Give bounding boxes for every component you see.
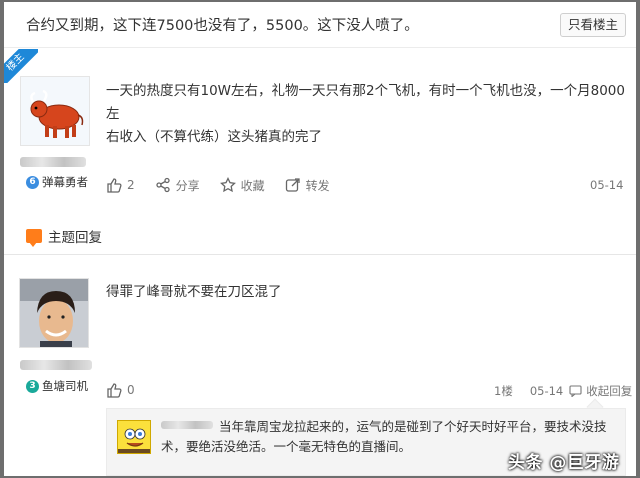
post-date: 05-14 [529, 384, 564, 398]
only-host-button[interactable]: 只看楼主 [559, 13, 626, 37]
replies-section-header: 主题回复 [4, 209, 636, 255]
host-post: 楼主 6 弹幕勇者 一天的热度只有10W左右，礼物一天只有那2个飞机，有时一个飞… [4, 49, 636, 209]
like-count: 2 [127, 178, 135, 192]
post-content: 得罪了峰哥就不要在刀区混了 [106, 284, 282, 300]
bull-icon [21, 77, 89, 145]
username-redacted [20, 360, 92, 370]
watermark: 头条 @巨牙游戏 [508, 453, 620, 473]
user-badge: 3 鱼塘司机 [26, 378, 88, 394]
thread-page: 合约又到期，这下连7500也没有了，5500。这下没人喷了。 只看楼主 楼主 6… [4, 2, 636, 476]
post-actions: 2 分享 收藏 转发 [106, 175, 350, 195]
sponge-character-icon [118, 421, 150, 453]
topic-header: 合约又到期，这下连7500也没有了，5500。这下没人喷了。 只看楼主 [4, 2, 636, 48]
avatar[interactable] [20, 76, 90, 146]
like-button[interactable]: 2 [106, 177, 135, 193]
like-button[interactable]: 0 [106, 382, 135, 398]
avatar[interactable] [19, 278, 89, 348]
section-title: 主题回复 [26, 226, 102, 247]
post-date: 05-14 [590, 178, 624, 192]
avatar[interactable] [117, 420, 151, 454]
share-icon [155, 177, 170, 193]
username-redacted [20, 157, 86, 167]
user-badge: 6 弹幕勇者 [26, 174, 88, 190]
floor-number: 1楼 [494, 384, 513, 398]
topic-title: 合约又到期，这下连7500也没有了，5500。这下没人喷了。 [26, 18, 419, 34]
thumb-up-icon [107, 178, 122, 193]
post-content: 一天的热度只有10W左右，礼物一天只有那2个飞机，有时一个飞机也没，一个月800… [106, 80, 626, 149]
share-label: 分享 [175, 178, 200, 193]
collapse-replies-label: 收起回复 [586, 384, 633, 398]
post-text-line: 右收入（不算代练）这头猪真的完了 [106, 129, 322, 145]
badge-label: 弹幕勇者 [42, 175, 88, 189]
favorite-button[interactable]: 收藏 [219, 177, 265, 194]
forward-button[interactable]: 转发 [285, 177, 330, 194]
forward-label: 转发 [305, 178, 330, 193]
comment-icon [26, 229, 42, 247]
reply-post: 3 鱼塘司机 得罪了峰哥就不要在刀区混了 0 1楼 05-14 收起回复 当年靠… [4, 256, 636, 476]
post-actions: 0 [106, 380, 155, 400]
person-photo-icon [20, 279, 88, 347]
favorite-label: 收藏 [240, 178, 265, 193]
level-icon: 6 [26, 175, 39, 189]
like-count: 0 [127, 383, 135, 397]
thumb-up-icon [107, 383, 122, 398]
sub-reply-text-line: 当年靠周宝龙拉起来的，运气的是碰到了个好天时好平台，要技术没技 [219, 419, 607, 434]
reply-meta: 1楼 05-14 收起回复 [494, 383, 632, 399]
forward-icon [285, 178, 300, 192]
section-title-label: 主题回复 [48, 230, 102, 246]
collapse-replies-button[interactable]: 收起回复 [569, 383, 632, 399]
share-button[interactable]: 分享 [155, 177, 200, 194]
comment-outline-icon [569, 385, 582, 397]
badge-label: 鱼塘司机 [42, 379, 88, 393]
post-text-line: 一天的热度只有10W左右，礼物一天只有那2个飞机，有时一个飞机也没，一个月800… [106, 83, 625, 122]
star-icon [219, 177, 236, 193]
level-icon: 3 [26, 379, 39, 393]
